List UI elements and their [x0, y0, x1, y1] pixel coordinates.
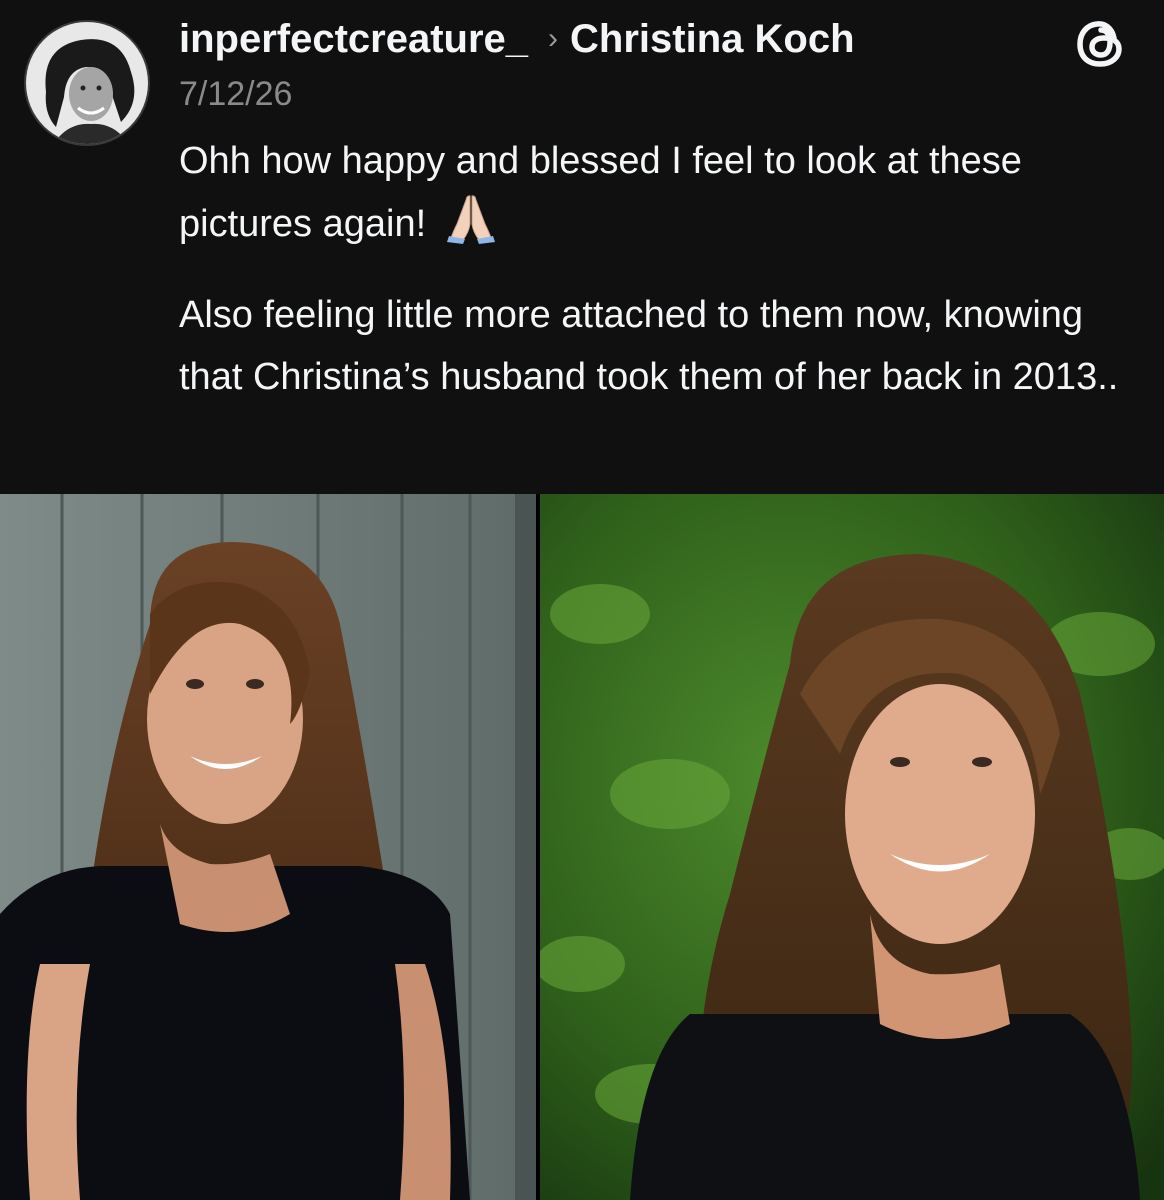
photo-wooden-wall[interactable] — [0, 494, 536, 1200]
tagged-user-name[interactable]: Christina Koch — [570, 17, 854, 62]
post-card: inperfectcreature_ › Christina Koch 7/12… — [0, 0, 1164, 494]
post-date: 7/12/26 — [179, 75, 293, 113]
photo-carousel[interactable] — [0, 494, 1164, 1200]
threads-icon[interactable] — [1072, 14, 1130, 72]
post-text-paragraph-1: Ohh how happy and blessed I feel to look… — [179, 130, 1139, 263]
author-username[interactable]: inperfectcreature_ — [179, 17, 528, 62]
post-text-line: Ohh how happy and blessed I feel to look… — [179, 140, 1022, 245]
avatar[interactable] — [24, 20, 150, 146]
photo-green-foliage[interactable] — [540, 494, 1164, 1200]
post-text-paragraph-2: Also feeling little more attached to the… — [179, 294, 1119, 398]
avatar-image — [26, 22, 148, 144]
praying-hands-icon — [443, 192, 499, 263]
post-header: inperfectcreature_ › Christina Koch — [179, 14, 855, 64]
chevron-right-icon: › — [548, 22, 559, 55]
